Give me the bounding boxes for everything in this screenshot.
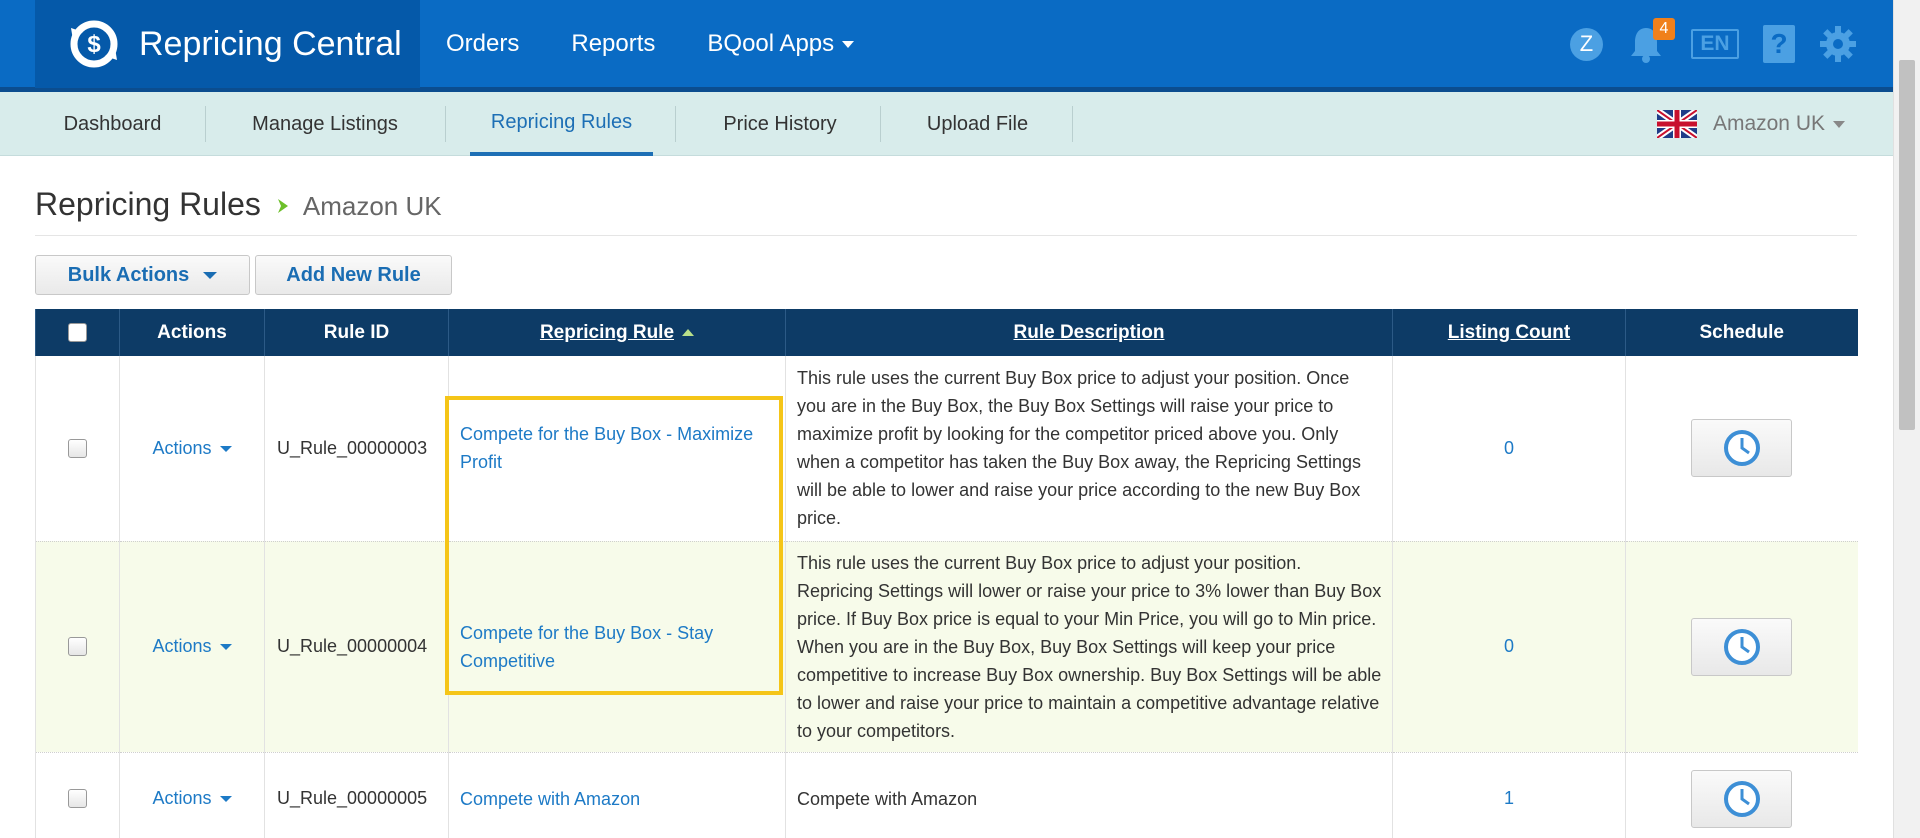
row-listing-count[interactable]: 1 [1392,752,1626,838]
tab-upload-file[interactable]: Upload File [900,92,1055,156]
user-avatar[interactable]: Z [1570,27,1603,61]
bulk-actions-label: Bulk Actions [67,263,190,286]
tab-divider [675,106,676,142]
row-rule-id: U_Rule_00000003 [264,356,449,542]
header-schedule: Schedule [1625,309,1858,356]
clock-icon [1723,780,1760,817]
chevron-down-icon [219,796,232,803]
help-button[interactable]: ? [1763,25,1795,63]
chevron-down-icon [842,40,855,48]
page-header: Repricing Rules Amazon UK [35,186,1857,236]
nav-bqool-apps[interactable]: BQool Apps [681,30,880,58]
tab-divider [445,106,446,142]
chevron-right-icon [277,199,288,213]
header-rule-description[interactable]: Rule Description [785,309,1393,356]
gear-icon[interactable] [1819,25,1857,63]
clock-icon [1723,430,1760,467]
sort-ascending-icon [682,328,695,336]
page-title: Repricing Rules [35,186,261,222]
row-description: Compete with Amazon [785,752,1393,838]
tab-divider [880,106,881,142]
row-select-cell [35,752,120,838]
header-listing-count[interactable]: Listing Count [1392,309,1626,356]
row-checkbox[interactable] [68,637,87,656]
top-navbar: $ Repricing Central Orders Reports BQool… [0,0,1893,92]
row-rule-link[interactable]: Compete for the Buy Box - Maximize Profi… [448,356,786,542]
chevron-down-icon [203,271,218,279]
schedule-button[interactable] [1691,617,1793,676]
row-actions-dropdown[interactable]: Actions [119,752,265,838]
marketplace-label: Amazon UK [1712,112,1825,135]
rules-table: Actions Rule ID Repricing Rule Rule Desc… [35,309,1858,838]
notifications-button[interactable]: 4 [1629,18,1675,64]
chevron-down-icon [219,644,232,651]
header-actions: Actions [119,309,265,356]
row-listing-count[interactable]: 0 [1392,356,1626,542]
vertical-scrollbar[interactable] [1893,0,1920,838]
tab-divider [205,106,206,142]
row-schedule-cell [1625,356,1858,542]
row-checkbox[interactable] [68,789,87,808]
header-rule-id: Rule ID [264,309,449,356]
marketplace-selector[interactable]: Amazon UK [1656,92,1845,156]
row-select-cell [35,356,120,542]
nav-orders[interactable]: Orders [420,30,545,58]
main-nav: Orders Reports BQool Apps [420,0,880,88]
row-actions-label: Actions [152,437,212,458]
nav-reports[interactable]: Reports [545,30,681,58]
row-rule-link[interactable]: Compete with Amazon [448,752,786,838]
table-header-row: Actions Rule ID Repricing Rule Rule Desc… [35,309,1858,356]
row-select-cell [35,541,120,753]
nav-bqool-apps-label: BQool Apps [707,30,835,57]
row-rule-id: U_Rule_00000005 [264,752,449,838]
row-rule-id: U_Rule_00000004 [264,541,449,753]
tab-dashboard[interactable]: Dashboard [40,92,185,156]
row-rule-link[interactable]: Compete for the Buy Box - Stay Competiti… [448,541,786,753]
select-all-header [35,309,120,356]
notification-badge: 4 [1653,18,1675,40]
chevron-down-icon [1833,120,1845,128]
schedule-button[interactable] [1691,419,1793,478]
app-title: Repricing Central [139,24,402,63]
tab-price-history[interactable]: Price History [700,92,860,156]
header-repricing-rule[interactable]: Repricing Rule [448,309,786,356]
brand[interactable]: $ Repricing Central [35,0,420,88]
sub-navbar: Dashboard Manage Listings Repricing Rule… [0,92,1893,156]
row-listing-count[interactable]: 0 [1392,541,1626,753]
top-icons: Z 4 EN ? [1570,0,1893,88]
table-row: Actions U_Rule_00000004 Compete for the … [35,541,1858,753]
uk-flag-icon [1656,110,1697,138]
row-schedule-cell [1625,541,1858,753]
row-actions-dropdown[interactable]: Actions [119,541,265,753]
select-all-checkbox[interactable] [68,323,87,342]
table-row: Actions U_Rule_00000005 Compete with Ama… [35,752,1858,838]
table-row: Actions U_Rule_00000003 Compete for the … [35,356,1858,542]
add-new-rule-button[interactable]: Add New Rule [255,255,452,295]
repricing-logo-icon: $ [70,20,118,68]
language-button[interactable]: EN [1691,29,1739,59]
clock-icon [1723,628,1760,665]
breadcrumb: Amazon UK [302,191,442,221]
row-description: This rule uses the current Buy Box price… [785,541,1393,753]
row-checkbox[interactable] [68,438,87,458]
app-root: $ Repricing Central Orders Reports BQool… [0,0,1920,838]
row-actions-label: Actions [152,788,212,808]
tab-divider [1072,106,1073,142]
tab-manage-listings[interactable]: Manage Listings [225,92,425,156]
tab-repricing-rules[interactable]: Repricing Rules [470,92,653,156]
row-schedule-cell [1625,752,1858,838]
row-actions-label: Actions [152,636,212,656]
scrollbar-thumb[interactable] [1899,60,1915,430]
schedule-button[interactable] [1691,769,1793,828]
header-repricing-rule-label: Repricing Rule [539,321,675,343]
row-description: This rule uses the current Buy Box price… [785,356,1393,542]
row-actions-dropdown[interactable]: Actions [119,356,265,542]
svg-text:$: $ [87,31,101,58]
chevron-down-icon [219,446,232,452]
bulk-actions-button[interactable]: Bulk Actions [35,255,250,295]
